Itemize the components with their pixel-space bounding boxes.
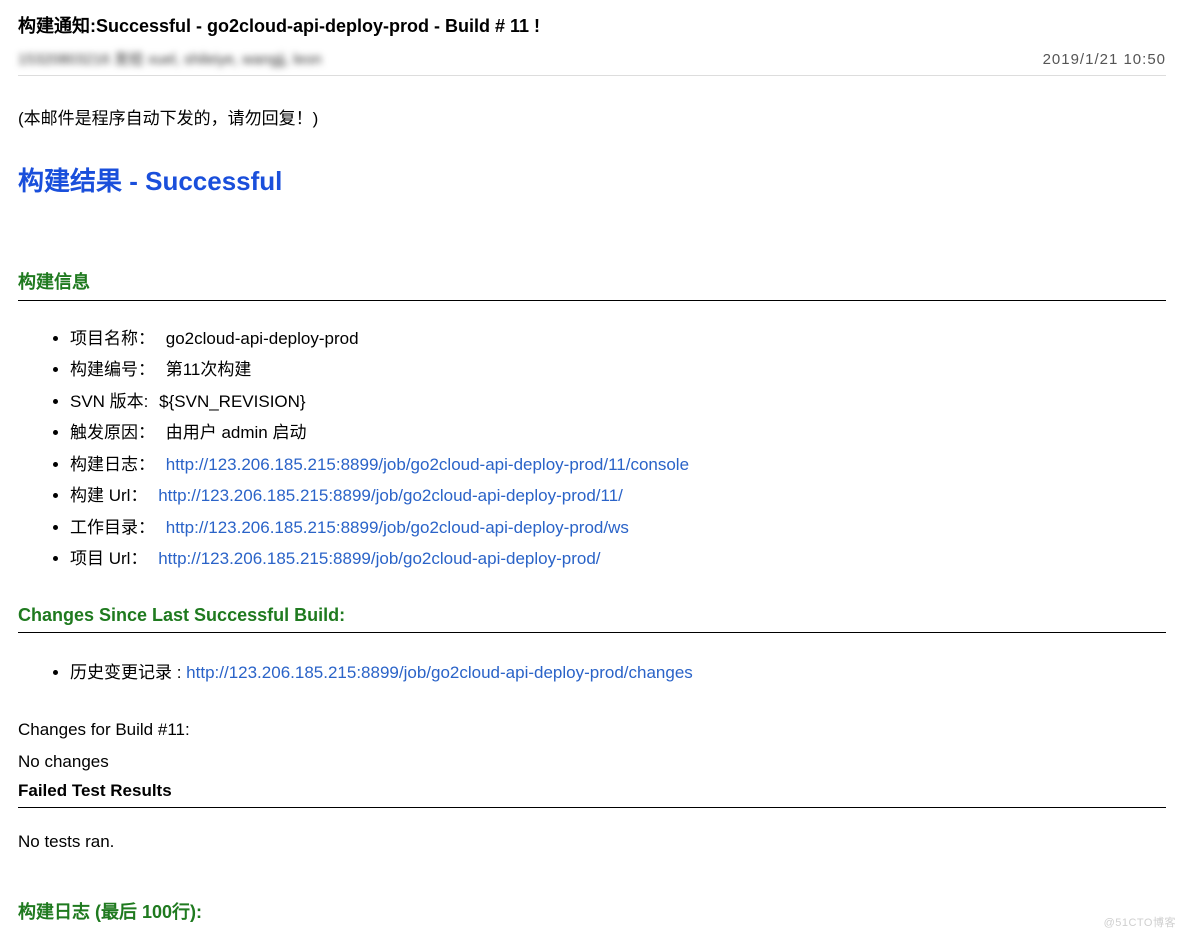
build-info-list: 项目名称： go2cloud-api-deploy-prod 构建编号： 第11… <box>18 323 1166 575</box>
email-subject: 构建通知:Successful - go2cloud-api-deploy-pr… <box>18 12 1166 38</box>
divider <box>18 300 1166 301</box>
divider <box>18 632 1166 633</box>
list-item: 项目 Url： http://123.206.185.215:8899/job/… <box>70 543 1166 574</box>
workdir-label: 工作目录： <box>70 518 155 537</box>
list-item: 项目名称： go2cloud-api-deploy-prod <box>70 323 1166 354</box>
list-item: 构建编号： 第11次构建 <box>70 354 1166 385</box>
list-item: 构建 Url： http://123.206.185.215:8899/job/… <box>70 480 1166 511</box>
section-title-changes: Changes Since Last Successful Build: <box>18 605 1166 626</box>
history-list: 历史变更记录 : http://123.206.185.215:8899/job… <box>18 657 1166 688</box>
list-item: 工作目录： http://123.206.185.215:8899/job/go… <box>70 512 1166 543</box>
changes-for-build: Changes for Build #11: <box>18 714 1166 746</box>
section-title-build-log: 构建日志 (最后 100行): <box>18 898 1166 924</box>
list-item: 历史变更记录 : http://123.206.185.215:8899/job… <box>70 657 1166 688</box>
list-item: 构建日志： http://123.206.185.215:8899/job/go… <box>70 449 1166 480</box>
email-date: 2019/1/21 10:50 <box>1043 51 1166 68</box>
build-url-label: 构建 Url： <box>70 486 147 505</box>
email-meta-row: 15320803216 发给 xuel, shileiye, wangjj, l… <box>18 48 1166 76</box>
divider <box>18 807 1166 808</box>
svn-version-label: SVN 版本: <box>70 392 148 411</box>
no-changes-text: No changes <box>18 746 1166 778</box>
svn-version-value: ${SVN_REVISION} <box>159 392 305 411</box>
project-url-label: 项目 Url： <box>70 549 147 568</box>
build-number-label: 构建编号： <box>70 360 155 379</box>
history-changes-link[interactable]: http://123.206.185.215:8899/job/go2cloud… <box>186 663 693 682</box>
failed-test-results-heading: Failed Test Results <box>18 781 1166 801</box>
history-changes-label: 历史变更记录 : <box>70 663 186 682</box>
email-from: 15320803216 发给 xuel, shileiye, wangjj, l… <box>18 48 322 69</box>
project-name-label: 项目名称： <box>70 329 155 348</box>
build-log-link[interactable]: http://123.206.185.215:8899/job/go2cloud… <box>166 455 689 474</box>
project-name-value: go2cloud-api-deploy-prod <box>166 329 359 348</box>
section-title-build-info: 构建信息 <box>18 268 1166 294</box>
watermark: @51CTO博客 <box>1104 914 1176 930</box>
build-result-heading: 构建结果 - Successful <box>18 161 1166 198</box>
build-log-label: 构建日志： <box>70 455 155 474</box>
trigger-label: 触发原因： <box>70 423 155 442</box>
list-item: 触发原因： 由用户 admin 启动 <box>70 417 1166 448</box>
build-number-value: 第11次构建 <box>166 360 252 379</box>
build-url-link[interactable]: http://123.206.185.215:8899/job/go2cloud… <box>158 486 623 505</box>
workdir-link[interactable]: http://123.206.185.215:8899/job/go2cloud… <box>166 518 629 537</box>
no-tests-ran: No tests ran. <box>18 832 1166 852</box>
project-url-link[interactable]: http://123.206.185.215:8899/job/go2cloud… <box>158 549 600 568</box>
list-item: SVN 版本: ${SVN_REVISION} <box>70 386 1166 417</box>
auto-reply-notice: (本邮件是程序自动下发的，请勿回复！) <box>18 104 1166 129</box>
trigger-value: 由用户 admin 启动 <box>166 423 307 442</box>
